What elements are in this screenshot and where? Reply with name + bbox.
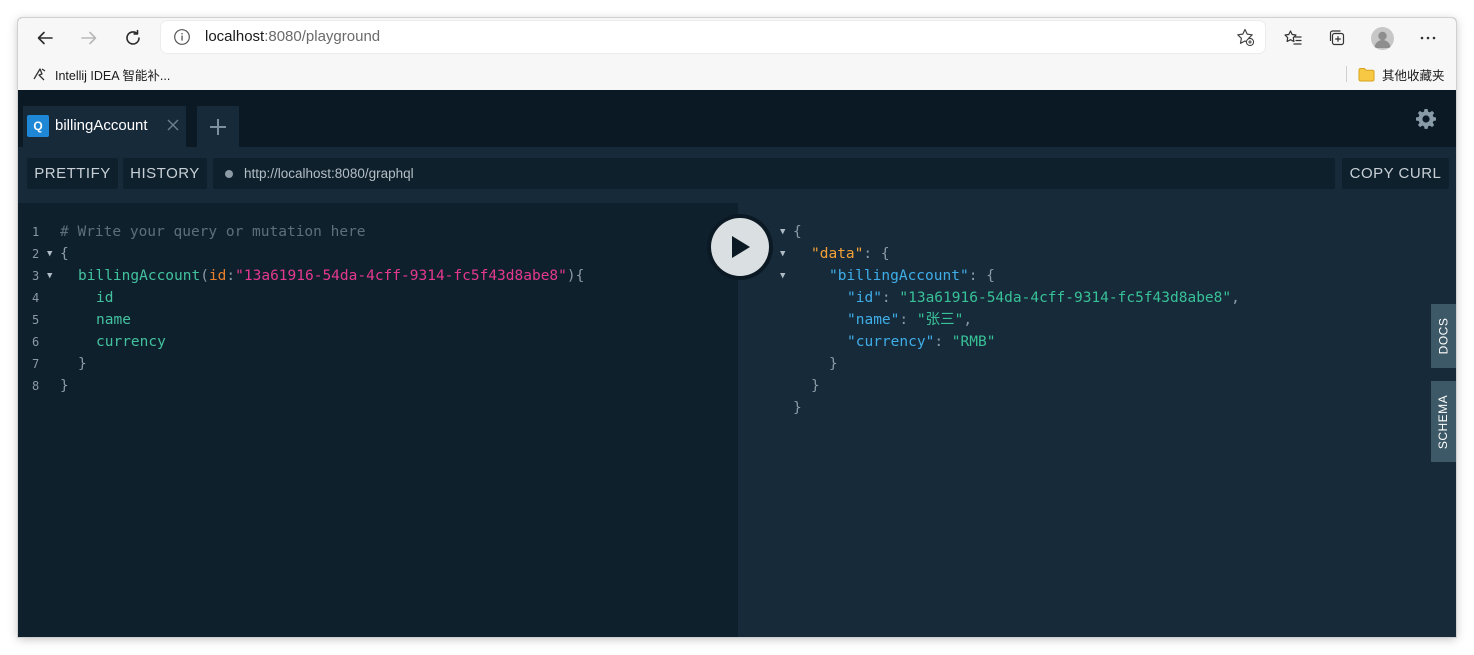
url-host: localhost bbox=[205, 28, 265, 45]
bookmark-item[interactable]: Intellij IDEA 智能补... bbox=[32, 65, 170, 83]
line-number: 6 bbox=[32, 335, 40, 349]
profile-icon[interactable] bbox=[1371, 27, 1394, 50]
outer-close-brace: } bbox=[60, 378, 69, 394]
query-editor[interactable]: 1 2 3 4 5 6 7 8 ▼ ▼ # Write your query o… bbox=[18, 203, 738, 637]
browser-window: localhost:8080/playground Intellij IDEA … bbox=[18, 18, 1456, 637]
billing-key: "billingAccount" bbox=[829, 268, 969, 284]
result-value: "RMB" bbox=[951, 334, 996, 350]
fold-toggle[interactable]: ▼ bbox=[47, 265, 52, 287]
endpoint-input[interactable]: http://localhost:8080/graphql bbox=[213, 158, 1335, 189]
more-icon[interactable] bbox=[1415, 25, 1441, 51]
open-brace: { bbox=[986, 268, 995, 284]
inner-close-brace: } bbox=[78, 356, 87, 372]
comma: , bbox=[963, 312, 973, 328]
colon: : bbox=[863, 246, 881, 262]
line-number: 5 bbox=[32, 313, 40, 327]
close-icon[interactable] bbox=[166, 118, 180, 132]
arg-close: ){ bbox=[566, 268, 585, 284]
result-close-brace: } bbox=[829, 356, 838, 372]
result-close-brace: } bbox=[811, 378, 820, 394]
subfield: currency bbox=[96, 334, 166, 350]
line-number: 1 bbox=[32, 225, 40, 239]
open-brace: { bbox=[880, 246, 890, 262]
line-number: 7 bbox=[32, 357, 40, 371]
query-badge: Q bbox=[27, 115, 49, 137]
subfield: id bbox=[96, 290, 114, 306]
favorites-icon[interactable] bbox=[1280, 25, 1306, 51]
browser-toolbar: localhost:8080/playground bbox=[18, 18, 1456, 58]
reload-icon[interactable] bbox=[118, 24, 148, 52]
result-data-line: "data": { bbox=[811, 243, 890, 265]
play-icon bbox=[732, 236, 750, 258]
copy-curl-button[interactable]: COPY CURL bbox=[1342, 158, 1449, 189]
fold-toggle[interactable]: ▼ bbox=[780, 265, 785, 287]
query-field: billingAccount bbox=[78, 268, 201, 284]
result-viewer: ▼ ▼ ▼ { "data": { "billingAccount": { "i… bbox=[738, 203, 1456, 637]
comma: , bbox=[1231, 290, 1240, 306]
result-value: "张三" bbox=[916, 312, 964, 328]
arg-open: ( bbox=[200, 268, 209, 284]
playground-toolbar: PRETTIFY HISTORY http://localhost:8080/g… bbox=[18, 147, 1456, 203]
query-comment: # Write your query or mutation here bbox=[60, 224, 366, 240]
arg-name: id bbox=[208, 268, 227, 284]
folder-icon bbox=[1358, 67, 1375, 81]
tab-title: billingAccount bbox=[55, 117, 148, 134]
colon: : bbox=[934, 334, 952, 350]
result-key: "id" bbox=[847, 290, 882, 306]
bookmark-label: Intellij IDEA 智能补... bbox=[55, 68, 171, 83]
forward-arrow-icon[interactable] bbox=[74, 24, 104, 52]
result-close-brace: } bbox=[793, 400, 802, 416]
fold-toggle[interactable]: ▼ bbox=[47, 243, 52, 265]
execute-query-button[interactable] bbox=[707, 214, 773, 280]
bookmarks-bar: Intellij IDEA 智能补... 其他收藏夹 bbox=[18, 58, 1456, 91]
result-field-line: "currency": "RMB" bbox=[847, 331, 995, 353]
play-button-face bbox=[711, 218, 769, 276]
playground-tab-bar: Q billingAccount bbox=[18, 90, 1456, 147]
tab-billing-account[interactable]: Q billingAccount bbox=[23, 106, 186, 147]
result-field-line: "id": "13a61916-54da-4cff-9314-fc5f43d8a… bbox=[847, 287, 1240, 309]
other-bookmarks-label: 其他收藏夹 bbox=[1382, 68, 1445, 83]
line-number: 8 bbox=[32, 379, 40, 393]
url-text[interactable]: localhost:8080/playground bbox=[205, 28, 380, 46]
colon: : bbox=[968, 268, 987, 284]
add-tab-button[interactable] bbox=[197, 106, 239, 147]
add-favorite-icon[interactable] bbox=[1235, 27, 1255, 47]
intellij-icon bbox=[33, 68, 46, 81]
result-open-brace: { bbox=[793, 224, 802, 240]
prettify-button[interactable]: PRETTIFY bbox=[27, 158, 118, 189]
subfield: name bbox=[96, 312, 131, 328]
result-field-line: "name": "张三", bbox=[847, 309, 972, 331]
fold-toggle[interactable]: ▼ bbox=[780, 243, 785, 265]
schema-label: SCHEMA bbox=[1436, 394, 1451, 449]
address-bar[interactable]: localhost:8080/playground bbox=[161, 21, 1265, 53]
connection-status-dot bbox=[225, 170, 233, 178]
collections-icon[interactable] bbox=[1324, 25, 1350, 51]
bookmark-divider bbox=[1346, 66, 1347, 82]
query-open-brace: { bbox=[60, 246, 69, 262]
result-value: "13a61916-54da-4cff-9314-fc5f43d8abe8" bbox=[899, 290, 1232, 306]
line-number: 4 bbox=[32, 291, 40, 305]
docs-label: DOCS bbox=[1436, 317, 1451, 355]
info-icon[interactable] bbox=[173, 28, 191, 46]
colon: : bbox=[899, 312, 917, 328]
plus-icon bbox=[210, 118, 226, 135]
docs-tab[interactable]: DOCS bbox=[1431, 304, 1456, 368]
url-path: :8080/playground bbox=[264, 28, 381, 45]
result-billing-line: "billingAccount": { bbox=[829, 265, 995, 287]
arg-colon: : bbox=[226, 268, 236, 284]
data-key: "data" bbox=[811, 246, 864, 262]
result-key: "currency" bbox=[847, 334, 935, 350]
arg-value: "13a61916-54da-4cff-9314-fc5f43d8abe8" bbox=[235, 268, 567, 284]
schema-tab[interactable]: SCHEMA bbox=[1431, 381, 1456, 462]
other-bookmarks[interactable]: 其他收藏夹 bbox=[1358, 65, 1445, 83]
query-field-line: billingAccount(id:"13a61916-54da-4cff-93… bbox=[78, 265, 584, 287]
history-button[interactable]: HISTORY bbox=[123, 158, 207, 189]
result-key: "name" bbox=[847, 312, 900, 328]
back-arrow-icon[interactable] bbox=[30, 24, 60, 52]
gear-icon[interactable] bbox=[1414, 107, 1438, 131]
fold-toggle[interactable]: ▼ bbox=[780, 221, 785, 243]
colon: : bbox=[881, 290, 900, 306]
endpoint-url: http://localhost:8080/graphql bbox=[244, 166, 414, 181]
